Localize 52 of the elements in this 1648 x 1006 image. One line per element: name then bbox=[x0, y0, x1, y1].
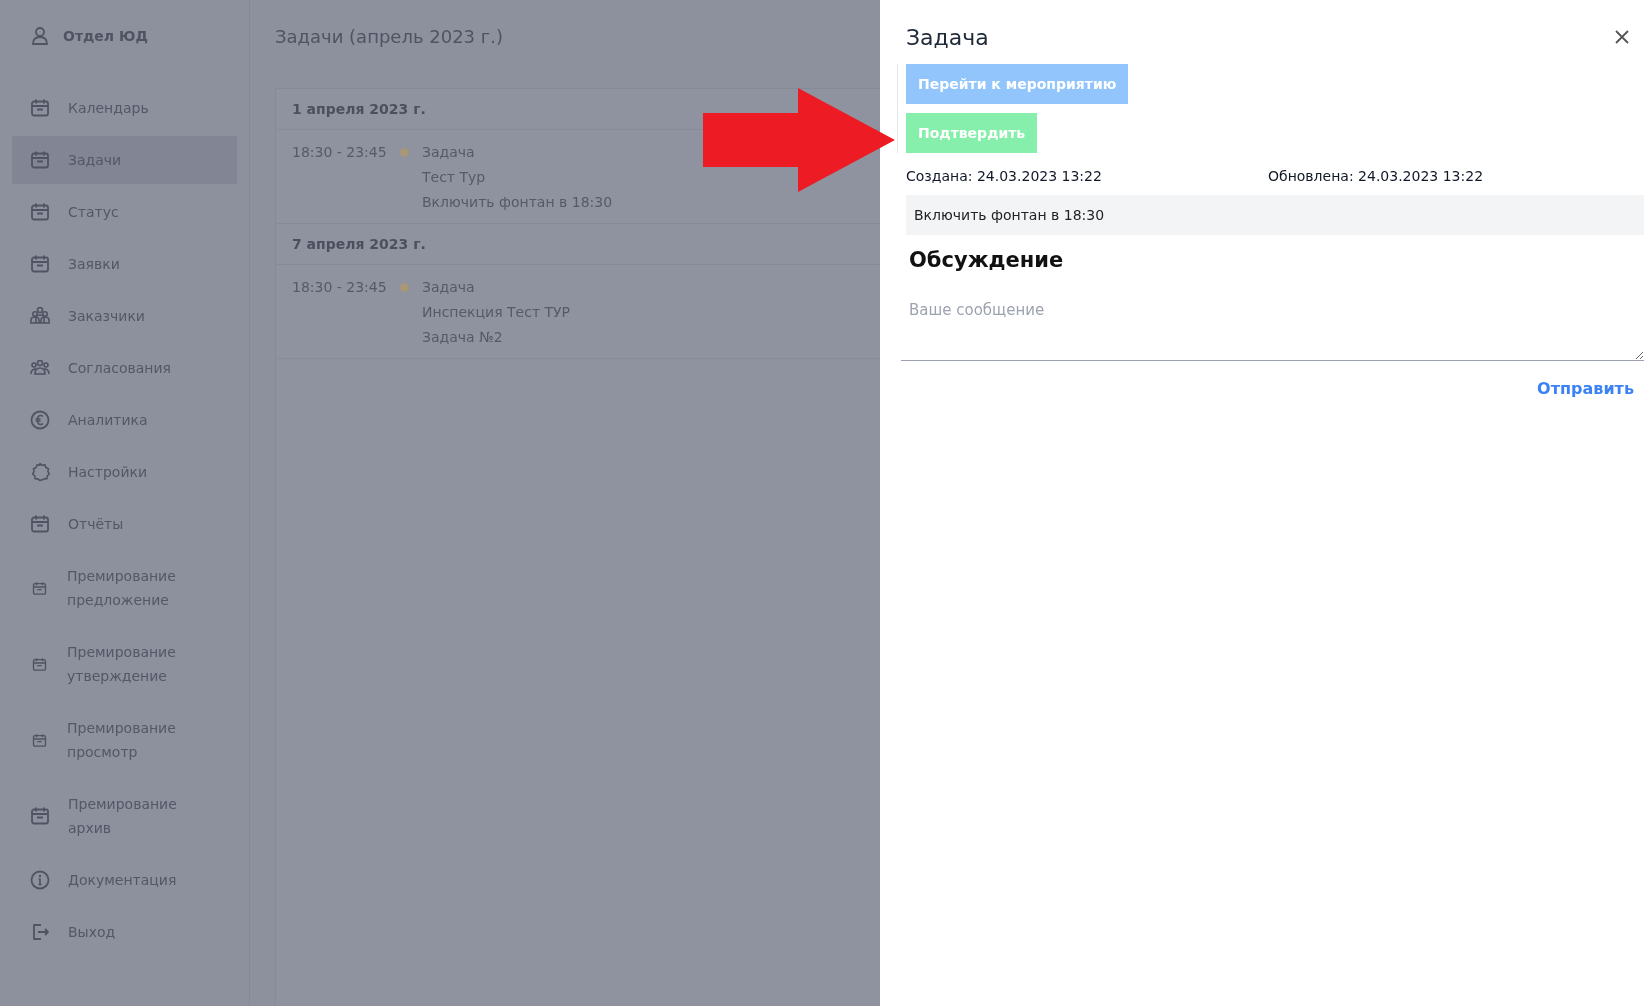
sidebar-item[interactable]: Премирование предложение bbox=[12, 552, 237, 624]
info-icon bbox=[30, 870, 50, 890]
date-header: 7 апреля 2023 г. bbox=[276, 224, 880, 265]
event-text: Задача bbox=[422, 278, 475, 297]
logout-icon bbox=[30, 922, 50, 942]
sidebar-item[interactable]: Премирование просмотр bbox=[12, 704, 237, 776]
event-dot bbox=[400, 283, 409, 292]
discussion-title: Обсуждение bbox=[909, 247, 1065, 274]
panel-title: Задача bbox=[906, 24, 989, 50]
sidebar-item[interactable]: Заявки bbox=[12, 240, 237, 288]
sidebar-item[interactable]: Календарь bbox=[12, 84, 237, 132]
event-dot bbox=[400, 148, 409, 157]
team-icon bbox=[30, 306, 50, 326]
close-icon[interactable] bbox=[1614, 29, 1630, 45]
sidebar-item[interactable]: Согласования bbox=[12, 344, 237, 392]
sidebar-item[interactable]: Отчёты bbox=[12, 500, 237, 548]
send-button[interactable]: Отправить bbox=[1533, 375, 1638, 402]
sidebar-item[interactable]: Аналитика bbox=[12, 396, 237, 444]
task-description: Включить фонтан в 18:30 bbox=[906, 195, 1644, 235]
calendar-icon bbox=[30, 98, 50, 118]
sidebar-item[interactable]: Премирование архив bbox=[12, 780, 237, 852]
sidebar-item[interactable]: Премирование утверждение bbox=[12, 628, 237, 700]
sidebar-item[interactable]: Заказчики bbox=[12, 292, 237, 340]
calendar-icon bbox=[32, 580, 47, 596]
calendar-icon bbox=[32, 656, 47, 672]
sidebar-item[interactable]: Настройки bbox=[12, 448, 237, 496]
group-icon bbox=[30, 358, 50, 378]
event-text: Тест Тур bbox=[422, 168, 486, 187]
sidebar-item[interactable]: Статус bbox=[12, 188, 237, 236]
updated-date: Обновлена: 24.03.2023 13:22 bbox=[1268, 168, 1484, 184]
sidebar-item[interactable]: Выход bbox=[12, 908, 237, 956]
created-date: Создана: 24.03.2023 13:22 bbox=[906, 168, 1103, 184]
confirm-button[interactable]: Подтвердить bbox=[906, 113, 1038, 153]
event-time: 18:30 - 23:45 bbox=[292, 278, 388, 297]
event-text: Инспекция Тест ТУР bbox=[422, 303, 571, 322]
gear-icon bbox=[30, 462, 50, 482]
calendar-icon bbox=[30, 806, 50, 826]
calendar-icon bbox=[30, 150, 50, 170]
euro-icon bbox=[30, 410, 50, 430]
event-time: 18:30 - 23:45 bbox=[292, 143, 388, 162]
user-icon bbox=[30, 26, 50, 46]
go-to-event-button[interactable]: Перейти к мероприятию bbox=[906, 64, 1129, 104]
sidebar-item[interactable]: Документация bbox=[12, 856, 237, 904]
calendar-icon bbox=[30, 202, 50, 222]
calendar-icon bbox=[30, 254, 50, 274]
calendar-icon bbox=[32, 732, 47, 748]
page-title: Задачи (апрель 2023 г.) bbox=[275, 25, 504, 49]
event-text: Задача bbox=[422, 143, 475, 162]
event-text: Задача №2 bbox=[422, 328, 503, 347]
event-text: Включить фонтан в 18:30 bbox=[422, 193, 613, 212]
department-name: Отдел ЮД bbox=[63, 28, 148, 44]
calendar-icon bbox=[30, 514, 50, 534]
